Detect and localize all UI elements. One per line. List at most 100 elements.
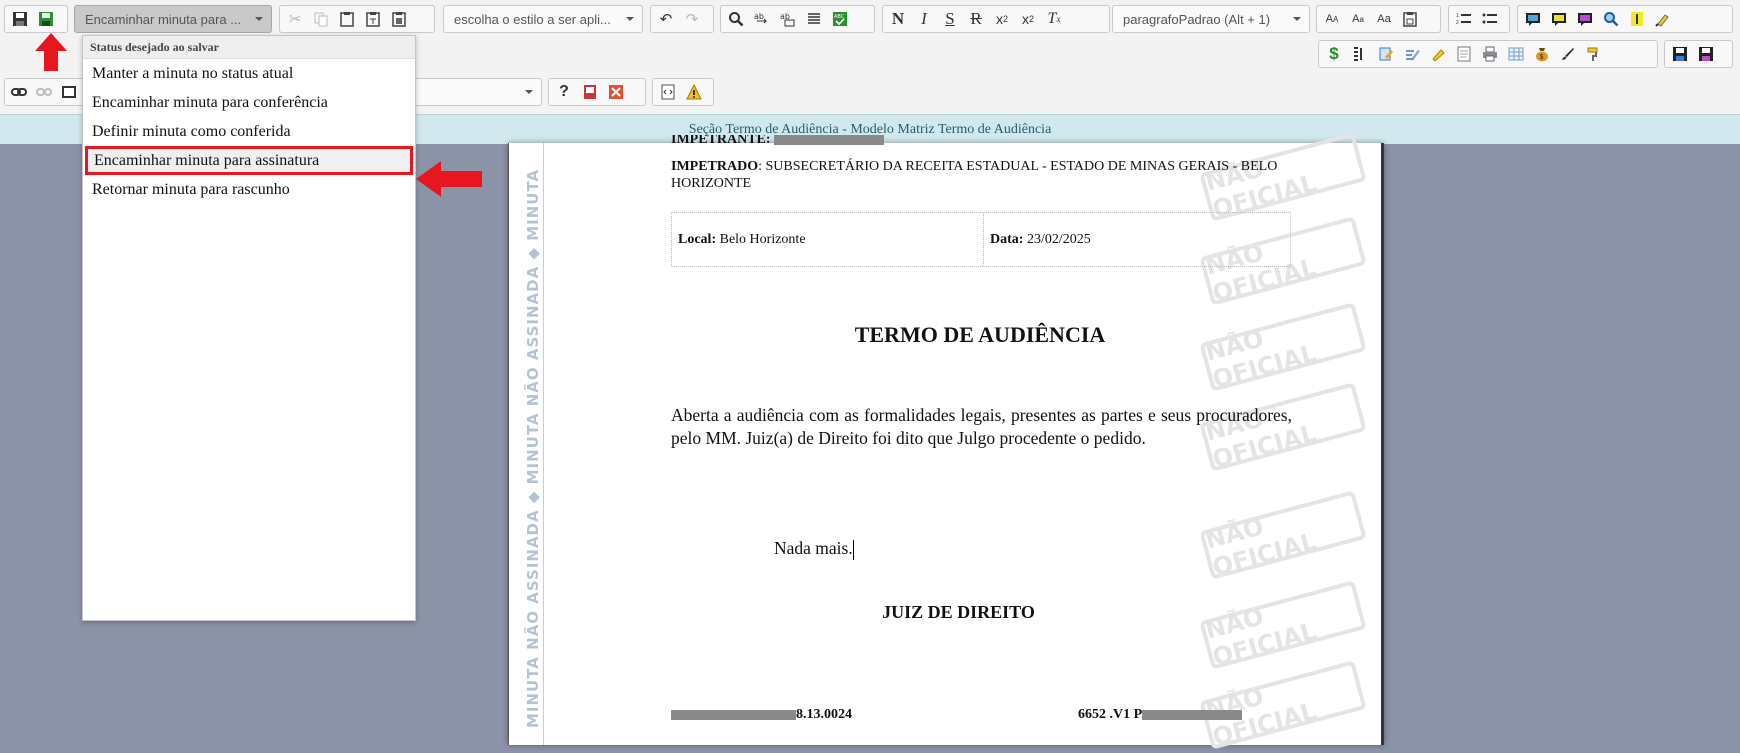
annotation-arrow-up — [35, 33, 67, 71]
redacted-block — [774, 135, 885, 145]
tools-group: $ $ — [1318, 40, 1658, 68]
help-group: ? — [548, 78, 646, 106]
impetrante-label: IMPETRANTE — [671, 135, 766, 145]
closing-text: Nada mais. — [774, 538, 854, 560]
indent-icon[interactable] — [1347, 42, 1373, 66]
date-value: 23/02/2025 — [1026, 231, 1091, 247]
bold-button[interactable]: N — [885, 7, 911, 31]
save-disk-group — [1664, 40, 1733, 68]
warning-icon[interactable] — [681, 80, 707, 104]
clipboard-group: ✂ — [279, 5, 435, 33]
paragraph-style-select-value: paragrafoPadrao (Alt + 1) — [1123, 11, 1271, 27]
save-icon[interactable] — [7, 7, 33, 31]
source-group — [652, 78, 714, 106]
option-return-to-draft[interactable]: Retornar minuta para rascunho — [83, 175, 415, 204]
insert-select[interactable] — [404, 78, 542, 106]
highlight-marker-icon[interactable] — [1624, 7, 1650, 31]
cut-icon[interactable]: ✂ — [282, 7, 308, 31]
save-disk-icon[interactable] — [1667, 42, 1693, 66]
format-painter-icon[interactable] — [1581, 42, 1607, 66]
option-mark-reviewed[interactable]: Definir minuta como conferida — [83, 117, 415, 146]
pencil-icon[interactable] — [1425, 42, 1451, 66]
svg-text:2: 2 — [1456, 20, 1459, 26]
table-icon[interactable] — [1503, 42, 1529, 66]
impetrado-label: IMPETRADO — [671, 159, 759, 174]
sentence-case-icon[interactable]: Aa — [1371, 7, 1397, 31]
zoom-icon[interactable] — [1598, 7, 1624, 31]
save-group — [4, 5, 68, 33]
book-icon[interactable] — [577, 80, 603, 104]
uppercase-icon[interactable]: AA — [1319, 7, 1345, 31]
close-icon[interactable] — [603, 80, 629, 104]
source-code-icon[interactable] — [655, 80, 681, 104]
impetrado-line: IMPETRADO: SUBSECRETÁRIO DA RECEITA ESTA… — [671, 158, 1281, 192]
style-select[interactable]: escolha o estilo a ser apli... — [443, 5, 643, 33]
paste-word-icon[interactable] — [386, 7, 412, 31]
comment-icon[interactable] — [1520, 7, 1546, 31]
svg-text:$: $ — [1540, 54, 1544, 61]
paste-icon[interactable] — [334, 7, 360, 31]
history-group: ↶ ↷ — [650, 5, 714, 33]
link-group — [4, 78, 84, 106]
italic-button[interactable]: I — [911, 7, 937, 31]
chevron-down-icon — [255, 17, 263, 21]
chevron-down-icon — [525, 90, 533, 94]
footer-process-left: 8.13.0024 — [671, 707, 852, 723]
money-icon[interactable]: $ — [1321, 42, 1347, 66]
paragraph-style-select[interactable]: paragrafoPadrao (Alt + 1) — [1112, 5, 1310, 33]
superscript-icon[interactable]: x2 — [1015, 7, 1041, 31]
signature-label: JUIZ DE DIREITO — [882, 602, 1035, 622]
save-with-status-icon[interactable] — [33, 7, 59, 31]
page-icon[interactable] — [1451, 42, 1477, 66]
format-group: N I S R x2 x2 Tx — [882, 5, 1110, 33]
clipboard-special-icon[interactable] — [1397, 7, 1423, 31]
select-all-icon[interactable] — [801, 7, 827, 31]
unlink-icon[interactable] — [32, 80, 57, 104]
case-group: AA Aa Aa — [1316, 5, 1441, 33]
spellcheck-icon[interactable]: ABC — [827, 7, 853, 31]
money-bag-icon[interactable]: $ — [1529, 42, 1555, 66]
find-group: ab ab ABC — [720, 5, 875, 33]
document-title: TERMO DE AUDIÊNCIA — [854, 322, 1106, 347]
numbered-list-icon[interactable]: 12 — [1451, 7, 1477, 31]
subscript-icon[interactable]: x2 — [989, 7, 1015, 31]
side-watermark: MINUTA NÃO ASSINADA ◆ MINUTA NÃO ASSINAD… — [515, 143, 544, 745]
image-icon[interactable] — [56, 80, 81, 104]
option-send-to-review[interactable]: Encaminhar minuta para conferência — [83, 88, 415, 117]
local-date-table: Local: Belo Horizonte Data: 23/02/2025 — [671, 212, 1291, 267]
save-as-icon[interactable] — [1693, 42, 1719, 66]
edit-text-icon[interactable] — [1399, 42, 1425, 66]
underline-button[interactable]: S — [937, 7, 963, 31]
undo-icon[interactable]: ↶ — [653, 7, 679, 31]
comment-add-icon[interactable] — [1546, 7, 1572, 31]
link-icon[interactable] — [7, 80, 32, 104]
remove-format-icon[interactable]: Tx — [1041, 7, 1067, 31]
list-group: 12 — [1448, 5, 1510, 33]
option-send-to-signature[interactable]: Encaminhar minuta para assinatura — [85, 146, 413, 175]
redo-icon[interactable]: ↷ — [679, 7, 705, 31]
save-status-dropdown: Status desejado ao salvar Manter a minut… — [82, 35, 416, 621]
replace-all-icon[interactable]: ab — [775, 7, 801, 31]
find-icon[interactable] — [723, 7, 749, 31]
highlight-pen-icon[interactable] — [1650, 7, 1676, 31]
footer-left-value: 8.13.0024 — [796, 707, 852, 722]
edit-document-icon[interactable] — [1373, 42, 1399, 66]
lowercase-icon[interactable]: Aa — [1345, 7, 1371, 31]
document-body: Aberta a audiência com as formalidades l… — [671, 405, 1292, 448]
print-icon[interactable] — [1477, 42, 1503, 66]
comment-edit-icon[interactable] — [1572, 7, 1598, 31]
strikethrough-button[interactable]: R — [963, 7, 989, 31]
svg-text:ab: ab — [754, 12, 764, 21]
copy-icon[interactable] — [308, 7, 334, 31]
replace-icon[interactable]: ab — [749, 7, 775, 31]
bulleted-list-icon[interactable] — [1477, 7, 1503, 31]
paste-text-icon[interactable] — [360, 7, 386, 31]
dropdown-header: Status desejado ao salvar — [83, 36, 415, 59]
save-status-select[interactable]: Encaminhar minuta para ... — [74, 5, 272, 33]
help-icon[interactable]: ? — [551, 80, 577, 104]
footer-right-value: 6652 .V1 P — [1078, 707, 1143, 722]
brush-icon[interactable] — [1555, 42, 1581, 66]
date-cell: Data: 23/02/2025 — [984, 213, 1290, 266]
option-keep-status[interactable]: Manter a minuta no status atual — [83, 59, 415, 88]
impetrante-line: IMPETRANTE: — [671, 135, 885, 145]
